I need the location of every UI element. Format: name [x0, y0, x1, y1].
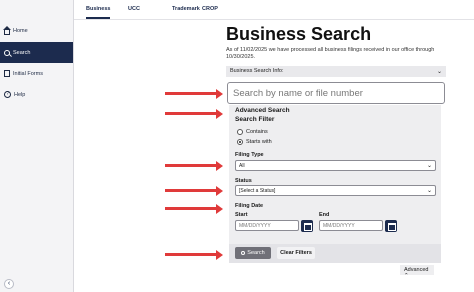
tab-crop[interactable]: CROP [202, 6, 218, 12]
sidebar: Home Search Initial Forms ? Help ‹ [0, 0, 74, 292]
search-icon [241, 251, 246, 255]
radio-contains[interactable]: Contains [237, 129, 268, 135]
search-filter-title: Search Filter [235, 116, 275, 123]
search-button-label: Search [247, 250, 265, 256]
sidebar-item-home[interactable]: Home [0, 20, 73, 41]
chevron-up-icon: ⌃ [404, 273, 409, 279]
chevron-down-icon: ⌄ [426, 163, 432, 169]
annotation-arrow-status [165, 185, 223, 196]
clear-filters-button[interactable]: Clear Filters [277, 247, 315, 259]
end-date-input[interactable]: MM/DD/YYYY [319, 220, 383, 231]
filing-type-value: All [239, 163, 245, 169]
annotation-arrow-advanced [165, 108, 223, 119]
sidebar-item-initial-forms[interactable]: Initial Forms [0, 63, 73, 84]
radio-starts-with-label: Starts with [246, 139, 272, 145]
start-date-label: Start [235, 212, 248, 218]
radio-contains-circle[interactable] [237, 129, 243, 135]
status-select[interactable]: [Select a Status] ⌄ [235, 185, 436, 196]
annotation-arrow-search-button [165, 249, 223, 260]
radio-starts-with-circle[interactable] [237, 139, 243, 145]
processing-notice: As of 11/02/2025 we have processed all b… [226, 47, 435, 60]
sidebar-item-help[interactable]: ? Help [0, 84, 73, 105]
radio-contains-label: Contains [246, 129, 268, 135]
sidebar-item-label: Initial Forms [13, 70, 43, 77]
sidebar-item-label: Search [13, 49, 31, 56]
collapse-sidebar-button[interactable]: ‹ [4, 279, 14, 289]
search-input[interactable] [227, 82, 445, 104]
chevron-down-icon: ⌄ [436, 69, 442, 75]
advanced-search-title: Advanced Search [235, 107, 290, 114]
filing-type-label: Filing Type [235, 152, 264, 158]
status-label: Status [235, 178, 252, 184]
info-label: Business Search Info: [230, 68, 284, 74]
start-calendar-button[interactable] [301, 220, 313, 232]
end-calendar-button[interactable] [385, 220, 397, 232]
annotation-arrow-search [165, 88, 223, 99]
home-icon [3, 25, 11, 35]
help-icon: ? [4, 91, 11, 98]
chevron-down-icon: ⌄ [426, 188, 432, 194]
filing-type-select[interactable]: All ⌄ [235, 160, 436, 171]
advanced-toggle[interactable]: Advanced ⌃ [400, 265, 434, 279]
tab-ucc[interactable]: UCC [128, 6, 140, 12]
search-icon [4, 49, 10, 56]
end-date-label: End [319, 212, 330, 218]
radio-starts-with[interactable]: Starts with [237, 139, 272, 145]
start-date-input[interactable]: MM/DD/YYYY [235, 220, 299, 231]
sidebar-item-label: Home [13, 27, 28, 34]
business-search-info-toggle[interactable]: Business Search Info: ⌄ [226, 66, 446, 77]
tab-trademark[interactable]: Trademark [172, 6, 200, 12]
annotation-arrow-filing-date [165, 203, 223, 214]
search-button[interactable]: Search [235, 247, 271, 259]
tab-business[interactable]: Business [86, 6, 111, 19]
action-bar: Search Clear Filters [229, 244, 441, 263]
filing-date-label: Filing Date [235, 203, 264, 209]
tab-bar: Business UCC Trademark CROP [74, 0, 474, 20]
forms-icon [4, 70, 10, 77]
sidebar-item-label: Help [14, 91, 26, 98]
status-value: [Select a Status] [239, 188, 276, 194]
annotation-arrow-filing-type [165, 160, 223, 171]
sidebar-item-search[interactable]: Search [0, 42, 73, 63]
advanced-search-panel: Advanced Search Search Filter Contains S… [229, 105, 441, 263]
page-title: Business Search [226, 24, 372, 44]
